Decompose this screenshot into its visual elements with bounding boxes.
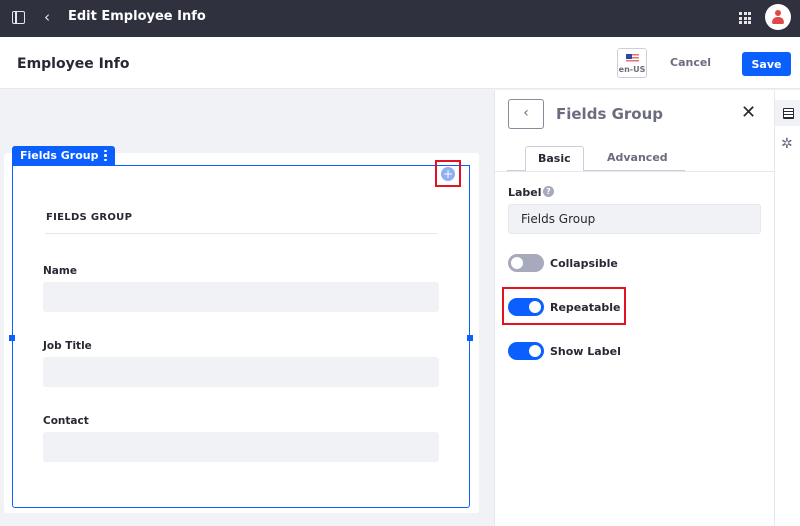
chevron-left-icon[interactable]: ‹: [44, 8, 50, 26]
locale-selector[interactable]: en-US: [617, 48, 647, 78]
panel-title: Fields Group: [556, 105, 664, 123]
resize-handle-left[interactable]: [9, 335, 15, 341]
panel-tabs: Basic Advanced: [507, 146, 685, 172]
show-label-label: Show Label: [550, 344, 621, 358]
rail-item-settings[interactable]: ✲: [775, 132, 800, 158]
cancel-button[interactable]: Cancel: [670, 56, 711, 69]
kebab-menu-icon[interactable]: [104, 149, 107, 162]
contact-input[interactable]: [43, 432, 439, 462]
app-title: Edit Employee Info: [68, 9, 206, 24]
tab-basic[interactable]: Basic: [525, 146, 584, 172]
form-list-icon: [783, 108, 794, 119]
label-field-title: Label: [508, 186, 542, 199]
highlight-box-add: [435, 160, 461, 187]
show-label-toggle-row[interactable]: Show Label: [508, 342, 621, 360]
field-label-name: Name: [43, 265, 77, 277]
apps-grid-icon[interactable]: [739, 12, 751, 24]
page-header: Employee Info en-US Cancel Save: [0, 37, 800, 89]
us-flag-icon: [626, 54, 639, 63]
rail-item-properties[interactable]: [775, 100, 800, 126]
right-rail: ✲: [774, 90, 800, 526]
job-title-input[interactable]: [43, 357, 439, 387]
collapsible-label: Collapsible: [550, 256, 618, 270]
close-icon[interactable]: ✕: [741, 102, 756, 123]
fields-group-heading: FIELDS GROUP: [46, 212, 133, 223]
panel-divider: [495, 171, 774, 172]
field-label-job-title: Job Title: [43, 340, 92, 352]
show-label-toggle[interactable]: [508, 342, 544, 360]
fields-group-tab[interactable]: Fields Group: [12, 146, 115, 165]
highlight-box-repeatable: [502, 287, 626, 325]
sidebar-toggle-icon[interactable]: [12, 11, 25, 24]
tab-advanced[interactable]: Advanced: [595, 146, 680, 171]
resize-handle-right[interactable]: [467, 335, 473, 341]
field-label-contact: Contact: [43, 415, 89, 427]
help-icon[interactable]: ?: [543, 186, 554, 197]
save-button[interactable]: Save: [742, 52, 791, 76]
name-input[interactable]: [43, 282, 439, 312]
gear-icon: ✲: [781, 136, 793, 152]
panel-back-button[interactable]: ‹: [508, 99, 544, 129]
user-avatar-icon[interactable]: [765, 4, 791, 30]
top-bar: ‹ Edit Employee Info: [0, 0, 800, 37]
heading-divider: [45, 233, 438, 234]
collapsible-toggle-row[interactable]: Collapsible: [508, 254, 618, 272]
locale-code: en-US: [618, 65, 646, 74]
fields-group-tab-label: Fields Group: [20, 149, 99, 162]
page-title: Employee Info: [17, 56, 130, 72]
collapsible-toggle[interactable]: [508, 254, 544, 272]
label-input[interactable]: [508, 204, 761, 234]
